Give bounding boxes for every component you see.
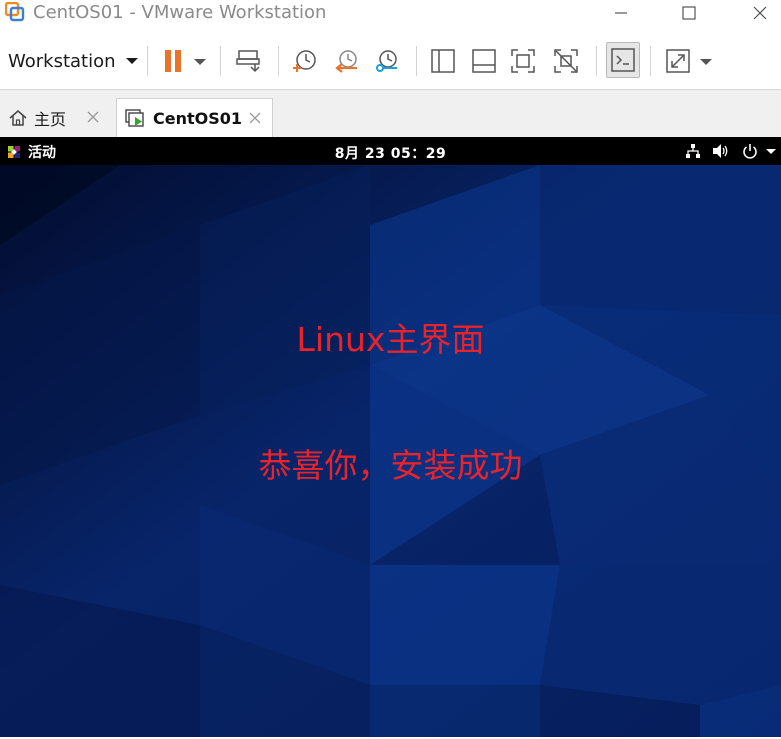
chevron-down-icon: [766, 149, 776, 154]
system-menu-dropdown[interactable]: [764, 142, 778, 160]
console-view-button[interactable]: [606, 42, 640, 78]
keyboard-send-icon: [236, 50, 260, 73]
snapshot-clock-icon: [293, 50, 316, 72]
close-tab-centos01-icon[interactable]: [246, 109, 264, 127]
tab-centos01-label: CentOS01: [153, 109, 243, 128]
snapshot-manager-button[interactable]: [371, 46, 403, 76]
clock[interactable]: 8月 23 05：29: [0, 143, 781, 163]
view-options-dropdown[interactable]: [700, 59, 712, 65]
pause-icon: [165, 50, 181, 72]
home-icon: [8, 108, 28, 128]
snapshot-manager-icon: [376, 50, 397, 72]
pause-button[interactable]: [157, 46, 189, 76]
tab-home-label: 主页: [34, 110, 67, 129]
workstation-menu-label: Workstation: [8, 50, 116, 72]
stretch-icon: [666, 49, 690, 73]
vm-running-icon: [125, 108, 147, 129]
close-tab-home-icon[interactable]: [84, 108, 102, 126]
toolbar-divider: [147, 46, 148, 76]
toolbar-divider: [220, 46, 221, 76]
unity-mode-button[interactable]: [550, 46, 582, 76]
take-snapshot-button[interactable]: [288, 46, 320, 76]
revert-clock-icon: [335, 50, 357, 73]
toolbar-divider: [596, 46, 597, 76]
annotation-install-success: 恭喜你，安装成功: [258, 446, 523, 485]
vmware-window: CentOS01 - VMware Workstation Workstatio…: [0, 0, 781, 739]
tab-centos01[interactable]: CentOS01: [116, 98, 273, 138]
unity-disabled-icon: [554, 49, 578, 73]
toolbar-divider: [278, 46, 279, 76]
thumbnail-bar-icon: [472, 49, 496, 73]
tab-strip: 主页 CentOS01: [0, 89, 781, 138]
vmware-logo-icon: [4, 1, 25, 22]
full-screen-icon: [511, 49, 535, 73]
console-icon: [611, 48, 635, 72]
network-icon[interactable]: [684, 142, 702, 160]
stretch-guest-button[interactable]: [662, 46, 694, 76]
tab-home[interactable]: 主页: [0, 98, 110, 138]
workstation-menu[interactable]: Workstation: [4, 46, 142, 76]
full-screen-button[interactable]: [507, 46, 539, 76]
toolbar-divider: [416, 46, 417, 76]
revert-snapshot-button[interactable]: [331, 46, 363, 76]
minimize-button[interactable]: [598, 0, 644, 26]
chevron-down-icon: [125, 58, 138, 64]
power-icon[interactable]: [741, 142, 759, 160]
send-ctrl-alt-del-button[interactable]: [233, 46, 265, 76]
show-library-button[interactable]: [427, 46, 459, 76]
toolbar: Workstation: [0, 38, 781, 84]
window-title: CentOS01 - VMware Workstation: [33, 2, 327, 23]
title-bar[interactable]: CentOS01 - VMware Workstation: [0, 0, 781, 26]
gnome-top-bar: 活动 8月 23 05：29: [0, 137, 781, 165]
close-window-button[interactable]: [737, 0, 781, 26]
power-options-dropdown[interactable]: [194, 59, 206, 65]
thumbnail-bar-button[interactable]: [468, 46, 500, 76]
vm-console[interactable]: 活动 8月 23 05：29 Linux主界面 恭喜你，安装成功: [0, 137, 781, 737]
library-panel-icon: [431, 49, 455, 73]
toolbar-divider: [650, 46, 651, 76]
maximize-button[interactable]: [666, 0, 712, 26]
annotation-linux-main: Linux主界面: [296, 320, 485, 359]
volume-icon[interactable]: [712, 142, 730, 160]
